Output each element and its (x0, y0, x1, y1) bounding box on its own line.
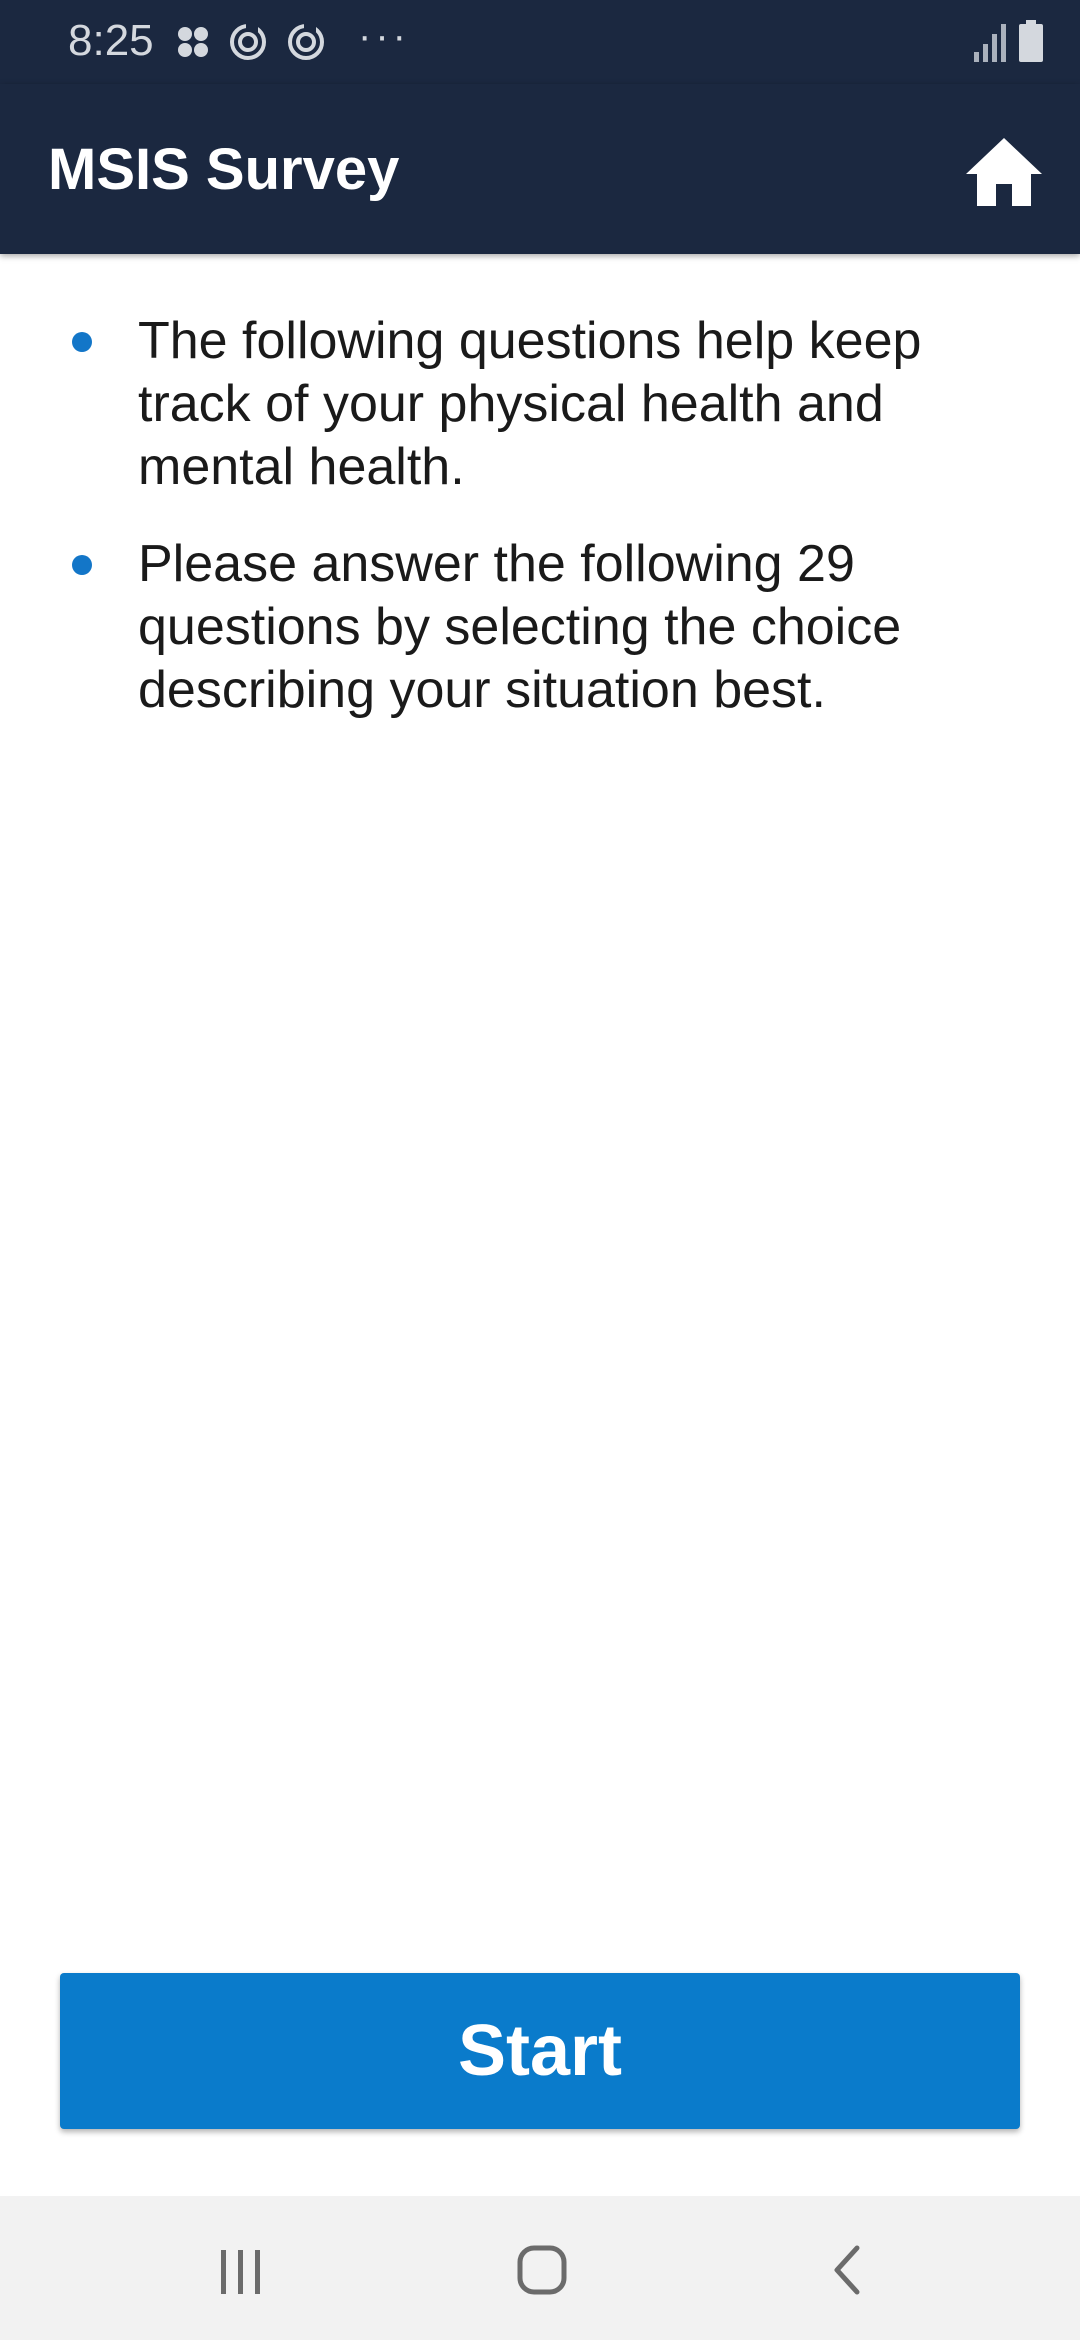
bullet-icon (72, 555, 92, 575)
home-button[interactable] (964, 134, 1044, 210)
more-notifications-indicator: ··· (358, 14, 410, 58)
bullet-icon (72, 332, 92, 352)
bullet-text: Please answer the following 29 questions… (138, 535, 902, 719)
sync-icon (230, 24, 266, 60)
back-icon (834, 2245, 860, 2295)
bullet-text: The following questions help keep track … (138, 312, 922, 496)
system-nav-bar (0, 2196, 1080, 2340)
status-bar: 8:25 ··· (0, 0, 1080, 84)
apps-grid-icon (178, 27, 208, 57)
battery-icon (1019, 20, 1043, 62)
app-bar: MSIS Survey (0, 84, 1080, 254)
status-icons-right (974, 20, 1044, 62)
signal-icon (974, 24, 1006, 62)
system-home-button[interactable] (502, 2236, 582, 2302)
recents-button[interactable] (200, 2236, 280, 2302)
recents-icon (221, 2250, 260, 2294)
status-icons-left (176, 22, 344, 62)
page-title: MSIS Survey (48, 137, 400, 202)
status-time: 8:25 (68, 16, 154, 65)
list-item: Please answer the following 29 questions… (70, 533, 1020, 722)
back-button[interactable] (805, 2236, 885, 2302)
list-item: The following questions help keep track … (70, 310, 1020, 499)
intro-content: The following questions help keep track … (0, 254, 1080, 756)
home-circle-icon (517, 2245, 567, 2295)
intro-bullet-list: The following questions help keep track … (0, 254, 1080, 722)
home-icon (966, 138, 1042, 206)
start-button[interactable]: Start (60, 1973, 1020, 2129)
sync-icon (288, 24, 324, 60)
